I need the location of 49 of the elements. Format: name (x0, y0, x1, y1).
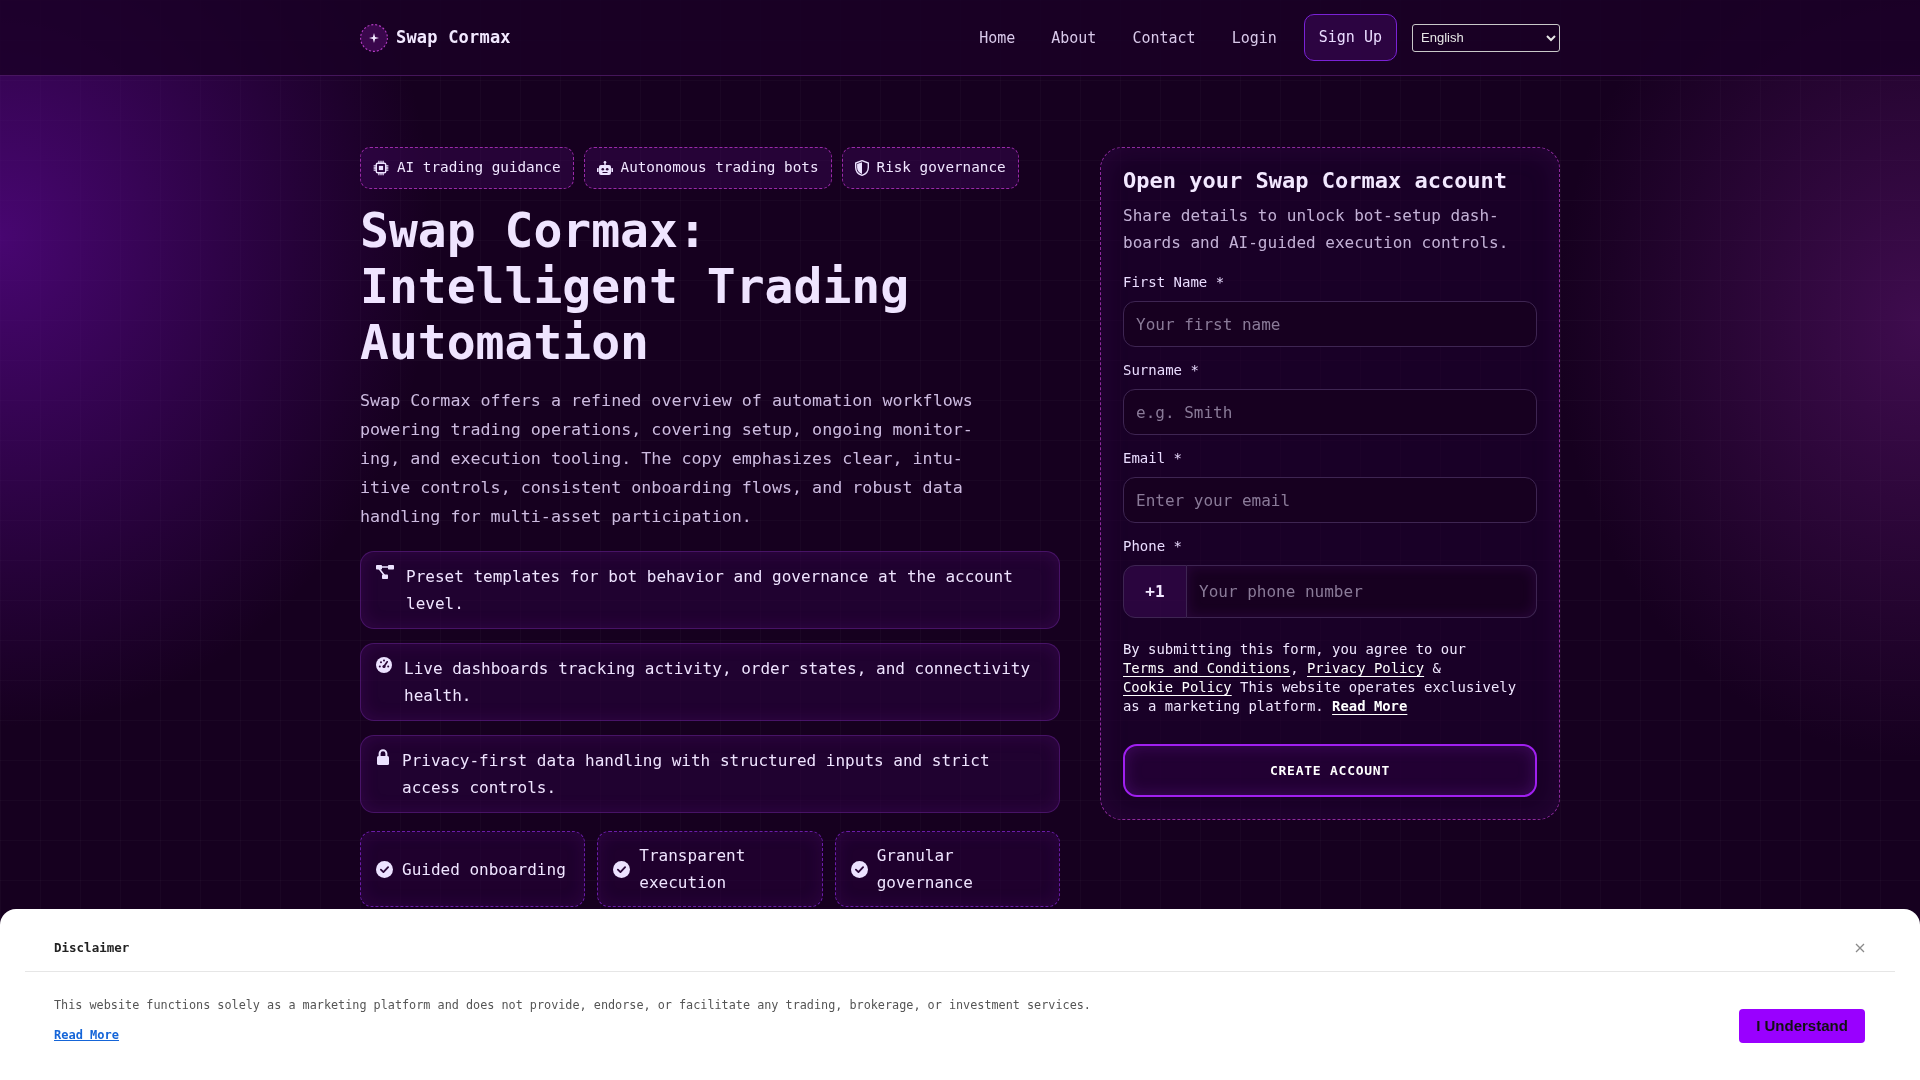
feature-text: Privacy-first data handling with structured inputs and strict access controls. (402, 750, 991, 799)
sparkle-logo-icon (360, 23, 388, 52)
nav-link[interactable]: Contact (1132, 27, 1196, 48)
close-icon[interactable] (1855, 943, 1865, 953)
check-circle-icon (850, 860, 868, 878)
highlight-label: Guided onboarding (402, 858, 566, 881)
sign-up-button[interactable]: Sign Up (1303, 14, 1397, 61)
padlock-icon (376, 749, 390, 765)
field-label: Phone * (1123, 537, 1183, 556)
field-label: First Name * (1123, 273, 1226, 292)
policy-link[interactable]: Privacy Policy (1307, 660, 1425, 676)
language-select[interactable]: English (1412, 23, 1560, 52)
policy-link[interactable]: Terms and Conditions (1123, 660, 1291, 676)
check-circle-icon (376, 860, 393, 878)
text-field[interactable]: Your first name (1123, 301, 1537, 347)
phone-field[interactable]: Your phone number (1187, 565, 1537, 618)
nav-link[interactable]: Home (979, 27, 1016, 48)
text-field[interactable]: e.g. Smith (1123, 389, 1537, 435)
connected-nodes-icon (376, 565, 394, 579)
feature-text: Preset templates for bot behavior and governance at the account level. (406, 566, 1014, 615)
country-code-prefix: +1 (1123, 565, 1187, 618)
check-circle-icon (613, 860, 631, 878)
email-field[interactable]: Enter your email (1123, 477, 1537, 523)
read-more-link[interactable]: Read More (54, 1026, 120, 1044)
hero-heading: Swap Cormax: Intelligent Trading Automation (360, 202, 911, 370)
hero-description: Swap Cormax offers a refined overview of automation workflows powering trading operations, covering setup, ongoing monitor-ing, and execution tooling. The copy emphasizes clear, intu-itive controls, consistent onboarding flows, and robust data handling for multi-asset participation. (360, 389, 974, 528)
tag-label: AI trading guidance (397, 158, 561, 178)
nav-link[interactable]: About (1051, 27, 1097, 48)
consent-text: By submitting this form, you agree to our Terms and Conditions, Privacy Policy & Cookie Policy This website operates exclusively as a marketing platform. Read More (1123, 640, 1518, 716)
policy-link[interactable]: Cookie Policy (1123, 679, 1232, 695)
tag-label: Autonomous trading bots (620, 158, 819, 178)
form-heading: Open your Swap Cormax account (1123, 168, 1509, 194)
create-account-button[interactable]: CREATE ACCOUNT (1123, 744, 1537, 797)
policy-link[interactable]: Read More (1332, 698, 1408, 714)
form-description: Share details to unlock bot-setup dash-boards and AI-guided execution controls. (1123, 205, 1510, 254)
highlight-label: Transparent execution (639, 845, 747, 894)
cpu-chip-icon (373, 160, 389, 176)
robot-icon (596, 161, 613, 175)
disclaimer-title: Disclaimer (54, 939, 130, 957)
brand-name: Swap Cormax (396, 25, 511, 49)
shield-icon (854, 160, 869, 176)
feature-text: Live dashboards tracking activity, order states, and connectivity health. (404, 658, 1032, 707)
highlight-label: Granular governance (876, 845, 974, 894)
tag-label: Risk governance (876, 158, 1006, 178)
field-label: Surname * (1123, 361, 1200, 380)
nav-link[interactable]: Login (1231, 27, 1277, 48)
field-label: Email * (1123, 449, 1183, 468)
disclaimer-text: This website functions solely as a marketing platform and does not provide, endorse, or facilitate any trading, brokerage, or investment services. (54, 997, 1091, 1014)
gauge-icon (376, 657, 392, 673)
